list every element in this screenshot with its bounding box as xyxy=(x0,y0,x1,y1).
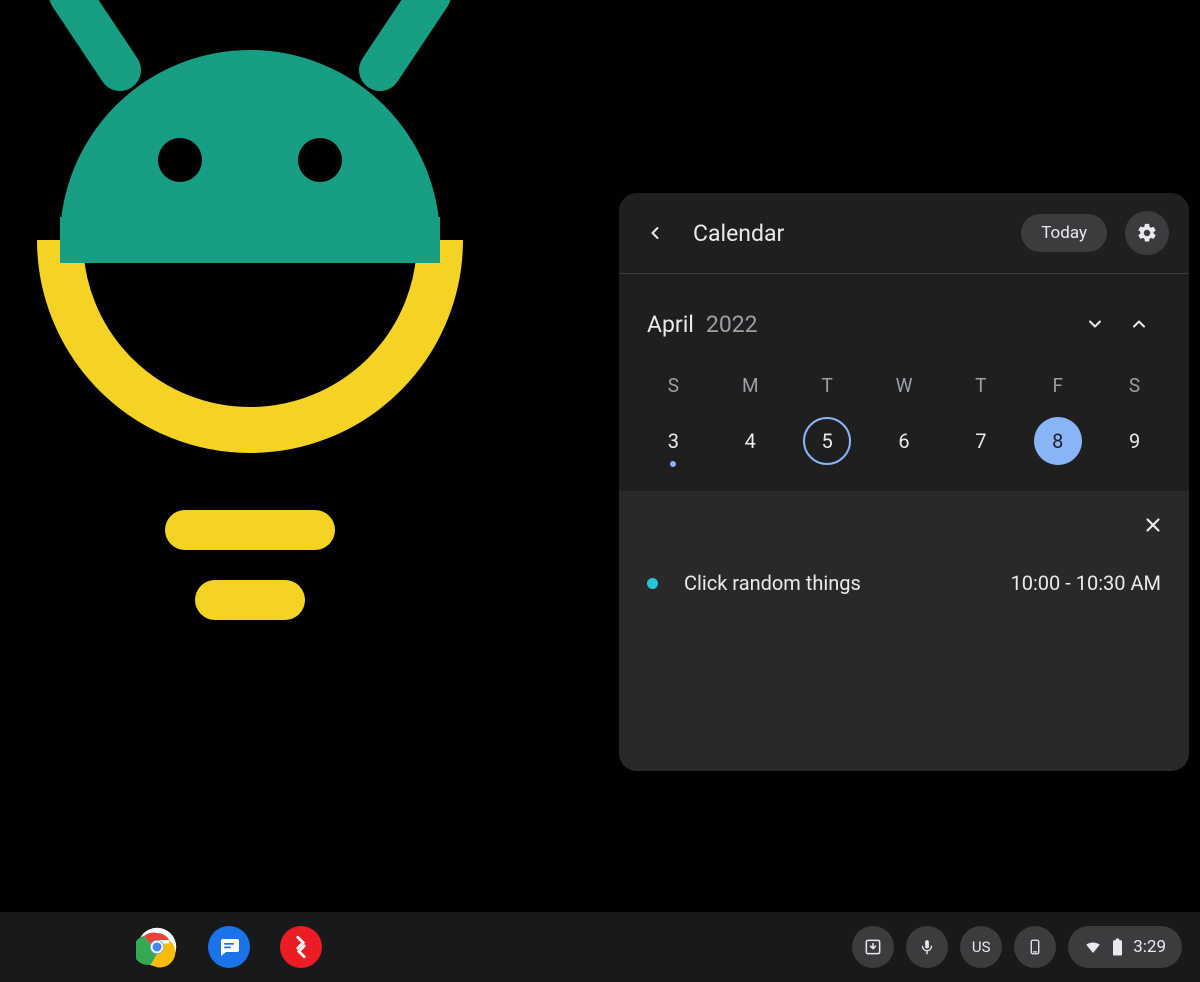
back-button[interactable] xyxy=(633,211,677,255)
day-cell[interactable]: 7 xyxy=(942,411,1019,471)
authy-app-icon[interactable] xyxy=(280,926,322,968)
event-indicator-dot xyxy=(670,461,676,467)
phone-hub-button[interactable] xyxy=(1014,926,1056,968)
phone-icon xyxy=(1026,938,1044,956)
day-number: 5 xyxy=(803,417,851,465)
microphone-tray-button[interactable] xyxy=(906,926,948,968)
shelf: US 3:29 xyxy=(0,912,1200,982)
download-tray-icon xyxy=(863,937,883,957)
year-label: 2022 xyxy=(706,311,1073,338)
event-color-dot xyxy=(647,578,658,589)
wifi-icon xyxy=(1084,938,1102,956)
weekday-label: M xyxy=(712,360,789,411)
event-time: 10:00 - 10:30 AM xyxy=(1010,571,1161,595)
chevron-left-icon xyxy=(645,223,665,243)
weekday-label: W xyxy=(866,360,943,411)
day-cell[interactable]: 5 xyxy=(789,411,866,471)
today-button[interactable]: Today xyxy=(1021,214,1107,252)
calendar-title: Calendar xyxy=(693,220,1011,247)
weekday-label: S xyxy=(635,360,712,411)
keyboard-layout-label: US xyxy=(972,938,991,956)
gear-icon xyxy=(1136,222,1158,244)
settings-button[interactable] xyxy=(1125,211,1169,255)
calendar-popup: Calendar Today April 2022 SMTWTFS 345678… xyxy=(619,193,1189,771)
clock-label: 3:29 xyxy=(1133,937,1166,957)
weekday-label: S xyxy=(1096,360,1173,411)
day-number: 6 xyxy=(880,417,928,465)
next-month-button[interactable] xyxy=(1073,302,1117,346)
shelf-status-area: US 3:29 xyxy=(852,926,1182,968)
chevron-up-icon xyxy=(1129,314,1149,334)
weekday-label: T xyxy=(789,360,866,411)
day-cell[interactable]: 6 xyxy=(866,411,943,471)
prev-month-button[interactable] xyxy=(1117,302,1161,346)
month-label: April xyxy=(647,311,694,338)
day-number: 7 xyxy=(957,417,1005,465)
battery-icon xyxy=(1112,938,1123,956)
chrome-icon xyxy=(136,926,178,968)
downloads-tray-button[interactable] xyxy=(852,926,894,968)
calendar-header: Calendar Today xyxy=(619,193,1189,274)
event-title: Click random things xyxy=(684,571,1010,595)
close-event-button[interactable] xyxy=(1135,507,1171,543)
day-number: 9 xyxy=(1111,417,1159,465)
close-icon xyxy=(1142,514,1164,536)
shelf-pinned-apps xyxy=(136,926,322,968)
weekday-label: T xyxy=(942,360,1019,411)
chevron-down-icon xyxy=(1085,314,1105,334)
day-cell[interactable]: 8 xyxy=(1019,411,1096,471)
day-cell[interactable]: 9 xyxy=(1096,411,1173,471)
microphone-icon xyxy=(918,938,936,956)
weekday-row: SMTWTFS xyxy=(619,360,1189,411)
chrome-app-icon[interactable] xyxy=(136,926,178,968)
day-number: 8 xyxy=(1034,417,1082,465)
wallpaper-illustration xyxy=(0,0,500,700)
month-row: April 2022 xyxy=(619,274,1189,360)
day-number: 3 xyxy=(649,417,697,465)
authy-icon xyxy=(288,934,314,960)
days-row: 3456789 xyxy=(619,411,1189,491)
event-row[interactable]: Click random things 10:00 - 10:30 AM xyxy=(641,571,1167,595)
weekday-label: F xyxy=(1019,360,1096,411)
messages-app-icon[interactable] xyxy=(208,926,250,968)
messages-icon xyxy=(217,935,241,959)
event-section: Click random things 10:00 - 10:30 AM xyxy=(619,491,1189,771)
keyboard-layout-button[interactable]: US xyxy=(960,926,1002,968)
day-number: 4 xyxy=(726,417,774,465)
status-area-button[interactable]: 3:29 xyxy=(1068,926,1182,968)
day-cell[interactable]: 3 xyxy=(635,411,712,471)
day-cell[interactable]: 4 xyxy=(712,411,789,471)
